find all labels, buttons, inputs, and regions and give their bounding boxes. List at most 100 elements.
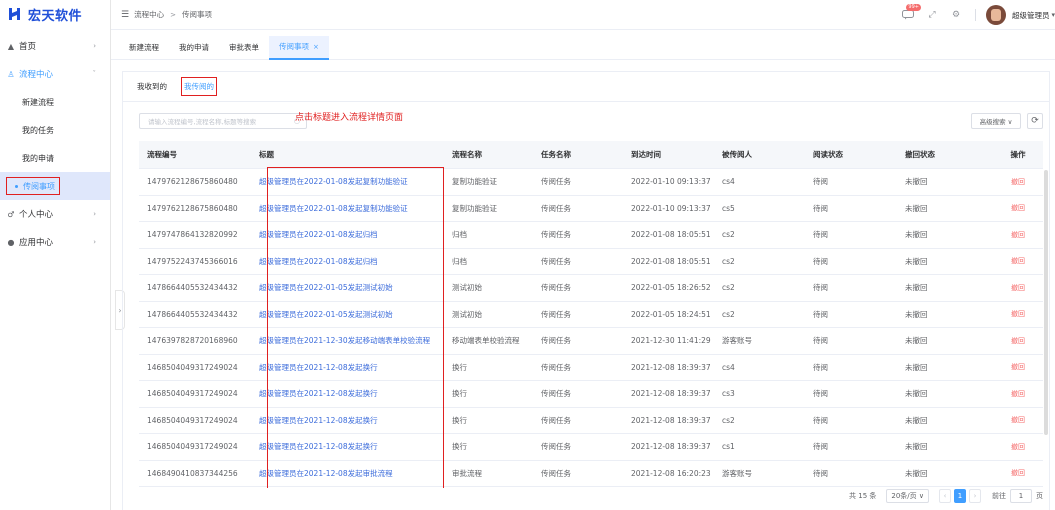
withdraw-button[interactable]: 撤回 — [993, 442, 1043, 452]
sidebar-subitem-my-requests[interactable]: 我的申请 — [0, 144, 110, 172]
subtab-sent[interactable]: 我传阅的 — [181, 77, 217, 96]
withdraw-button[interactable]: 撤回 — [993, 415, 1043, 425]
goto-page-input[interactable]: 1 — [1010, 489, 1032, 503]
withdraw-button[interactable]: 撤回 — [993, 389, 1043, 399]
read-status: 待阅 — [813, 256, 828, 266]
title-link[interactable]: 超级管理员在2022-01-08发起复制功能验证 — [251, 203, 444, 214]
process-name: 移动端表单校验流程 — [452, 336, 520, 346]
title-link[interactable]: 超级管理员在2021-12-08发起换行 — [251, 388, 444, 399]
sidebar-item-home[interactable]: ▲ 首页 › — [0, 32, 110, 60]
process-id: 1476397828720168960 — [147, 336, 238, 346]
withdraw-button[interactable]: 撤回 — [993, 309, 1043, 319]
process-id: 1468504049317249024 — [147, 389, 238, 399]
page-number[interactable]: 1 — [954, 489, 966, 503]
advanced-search-button[interactable]: 高级搜索 ∨ — [971, 113, 1021, 129]
subtab-received[interactable]: 我收到的 — [137, 81, 167, 92]
chevron-down-icon[interactable]: ▾ — [1051, 11, 1055, 19]
withdraw-status: 未撤回 — [905, 256, 928, 266]
task-name: 传阅任务 — [541, 283, 571, 293]
withdraw-button[interactable]: 撤回 — [993, 256, 1043, 266]
read-status: 待阅 — [813, 468, 828, 478]
message-icon[interactable]: 99+ — [901, 4, 921, 22]
page-size-select[interactable]: 20条/页 ∨ — [886, 489, 929, 503]
avatar[interactable] — [985, 5, 1006, 25]
tab-label: 传阅事项 — [279, 42, 309, 51]
title-link[interactable]: 超级管理员在2021-12-08发起换行 — [251, 441, 444, 452]
highlight-box: 传阅事项 — [6, 177, 60, 195]
breadcrumb-separator: > — [170, 10, 176, 19]
title-link[interactable]: 超级管理员在2021-12-08发起换行 — [251, 415, 444, 426]
process-name: 换行 — [452, 362, 467, 372]
arrival-time: 2021-12-08 18:39:37 — [631, 442, 711, 452]
recipient: cs1 — [722, 442, 735, 452]
recipient: 游客账号 — [722, 336, 752, 346]
recipient: cs4 — [722, 177, 735, 187]
title-link[interactable]: 超级管理员在2022-01-08发起归档 — [251, 229, 444, 240]
withdraw-button[interactable]: 撤回 — [993, 336, 1043, 346]
withdraw-status: 未撤回 — [905, 177, 928, 187]
next-page-button[interactable]: › — [969, 489, 981, 503]
sidebar-item-label: 应用中心 — [19, 238, 54, 248]
withdraw-button[interactable]: 撤回 — [993, 362, 1043, 372]
title-link[interactable]: 超级管理员在2022-01-05发起测试初始 — [251, 309, 444, 320]
fullscreen-icon[interactable]: ⤢ — [925, 8, 939, 22]
arrival-time: 2021-12-08 18:39:37 — [631, 389, 711, 399]
title-link[interactable]: 超级管理员在2021-12-08发起审批流程 — [251, 468, 444, 479]
refresh-icon[interactable]: ⟳ — [1027, 113, 1043, 129]
process-id: 1479762128675860480 — [147, 177, 238, 187]
scrollbar[interactable] — [1044, 170, 1048, 435]
process-name: 复制功能验证 — [452, 177, 497, 187]
search-input[interactable]: 请输入流程编号,流程名称,标题等搜索 ○ — [139, 113, 307, 129]
withdraw-status: 未撤回 — [905, 362, 928, 372]
title-link[interactable]: 超级管理员在2021-12-08发起换行 — [251, 362, 444, 373]
table-row: 1468490410837344256 超级管理员在2021-12-08发起审批流… — [139, 461, 1043, 487]
settings-icon[interactable]: ⚙ — [949, 8, 963, 22]
process-id: 1479752243745366016 — [147, 256, 238, 266]
chevron-down-icon: ˇ — [92, 70, 97, 78]
title-link[interactable]: 超级管理员在2022-01-08发起复制功能验证 — [251, 176, 444, 187]
logo[interactable]: 宏天软件 — [0, 0, 110, 28]
title-link[interactable]: 超级管理员在2022-01-08发起归档 — [251, 256, 444, 267]
withdraw-status: 未撤回 — [905, 203, 928, 213]
process-id: 1468490410837344256 — [147, 468, 238, 478]
read-status: 待阅 — [813, 442, 828, 452]
arrival-time: 2021-12-08 18:39:37 — [631, 362, 711, 372]
table-row: 1478664405532434432 超级管理员在2022-01-05发起测试初… — [139, 302, 1043, 328]
process-name: 测试初始 — [452, 309, 482, 319]
sidebar-item-personal-center[interactable]: ♂ 个人中心 › — [0, 200, 110, 228]
withdraw-button[interactable]: 撤回 — [993, 203, 1043, 213]
task-name: 传阅任务 — [541, 256, 571, 266]
sidebar-subitem-new-process[interactable]: 新建流程 — [0, 88, 110, 116]
column-header: 撤回状态 — [905, 150, 935, 159]
title-link[interactable]: 超级管理员在2022-01-05发起测试初始 — [251, 282, 444, 293]
withdraw-button[interactable]: 撤回 — [993, 468, 1043, 478]
prev-page-button[interactable]: ‹ — [939, 489, 951, 503]
title-link[interactable]: 超级管理员在2021-12-30发起移动端表单校验流程 — [251, 335, 444, 346]
withdraw-button[interactable]: 撤回 — [993, 177, 1043, 187]
sidebar-subitem-circulation[interactable]: 传阅事项 — [0, 172, 110, 200]
read-status: 待阅 — [813, 177, 828, 187]
sidebar-item-label: 首页 — [19, 42, 37, 52]
recipient: cs2 — [722, 415, 735, 425]
withdraw-status: 未撤回 — [905, 442, 928, 452]
menu-icon[interactable]: ☰ — [121, 10, 129, 20]
read-status: 待阅 — [813, 283, 828, 293]
tab-new-process[interactable]: 新建流程 — [119, 36, 169, 60]
task-name: 传阅任务 — [541, 309, 571, 319]
column-header: 流程编号 — [147, 150, 177, 159]
pagination: 共 15 条 20条/页 ∨ ‹ 1 › 前往 1 页 — [849, 488, 1043, 504]
withdraw-button[interactable]: 撤回 — [993, 283, 1043, 293]
user-name[interactable]: 超级管理员 — [1012, 10, 1050, 21]
close-icon[interactable]: × — [313, 43, 319, 51]
tab-approval-forms[interactable]: 审批表单 — [219, 36, 269, 60]
withdraw-button[interactable]: 撤回 — [993, 230, 1043, 240]
sidebar-item-process-center[interactable]: ♙ 流程中心 ˇ — [0, 60, 110, 88]
tab-my-requests[interactable]: 我的申请 — [169, 36, 219, 60]
sidebar-subitem-my-tasks[interactable]: 我的任务 — [0, 116, 110, 144]
task-name: 传阅任务 — [541, 442, 571, 452]
breadcrumb-item[interactable]: 流程中心 — [134, 9, 164, 20]
task-name: 传阅任务 — [541, 336, 571, 346]
table-row: 1479752243745366016 超级管理员在2022-01-08发起归档归… — [139, 249, 1043, 275]
sidebar-item-app-center[interactable]: ● 应用中心 › — [0, 228, 110, 256]
tab-circulation[interactable]: 传阅事项 × — [269, 35, 329, 60]
